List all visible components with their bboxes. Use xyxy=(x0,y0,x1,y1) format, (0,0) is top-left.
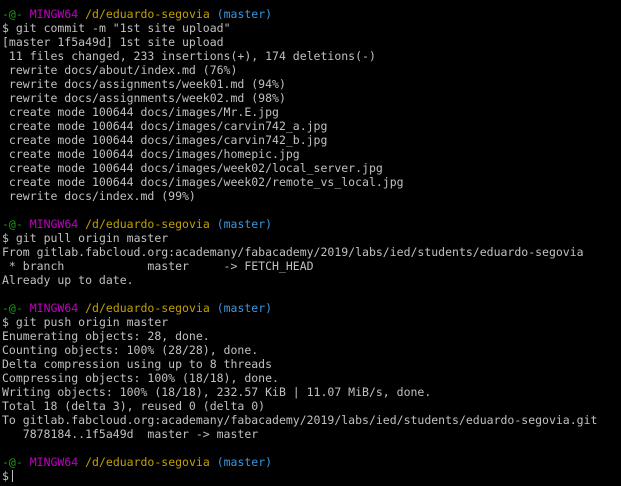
prompt-line: -@- MINGW64 /d/eduardo-segovia (master) xyxy=(2,301,621,315)
output-line: create mode 100644 docs/images/carvin742… xyxy=(2,133,328,147)
prompt-system: MINGW64 xyxy=(29,455,79,469)
output-line: create mode 100644 docs/images/Mr.E.jpg xyxy=(2,105,279,119)
input-line[interactable]: $ xyxy=(2,469,621,483)
prompt-user: -@- xyxy=(2,301,23,315)
prompt-line: -@- MINGW64 /d/eduardo-segovia (master) xyxy=(2,455,621,469)
output-line: 11 files changed, 233 insertions(+), 174… xyxy=(2,49,376,63)
output-line: create mode 100644 docs/images/week02/lo… xyxy=(2,161,383,175)
prompt-branch: (master) xyxy=(216,7,273,21)
prompt-line: -@- MINGW64 /d/eduardo-segovia (master) xyxy=(2,7,621,21)
command-text: git commit -m "1st site upload" xyxy=(15,21,231,35)
command-text: git pull origin master xyxy=(15,231,169,245)
output-line: Counting objects: 100% (28/28), done. xyxy=(2,343,259,357)
output-line: Total 18 (delta 3), reused 0 (delta 0) xyxy=(2,399,266,413)
prompt-system: MINGW64 xyxy=(29,217,79,231)
output-line: create mode 100644 docs/images/week02/re… xyxy=(2,175,404,189)
output-line: create mode 100644 docs/images/carvin742… xyxy=(2,119,328,133)
output-line: From gitlab.fabcloud.org:academany/fabac… xyxy=(2,245,584,259)
output-line: create mode 100644 docs/images/homepic.j… xyxy=(2,147,300,161)
command-line: $ git push origin master xyxy=(2,315,621,329)
prompt-symbol: $ xyxy=(2,21,9,35)
output-line: rewrite docs/assignments/week02.md (98%) xyxy=(2,91,286,105)
prompt-path: /d/eduardo-segovia xyxy=(85,7,210,21)
prompt-branch: (master) xyxy=(216,217,273,231)
output-line: [master 1f5a49d] 1st site upload xyxy=(2,35,224,49)
prompt-user: -@- xyxy=(2,7,23,21)
prompt-symbol: $ xyxy=(2,315,9,329)
output-line: rewrite docs/index.md (99%) xyxy=(2,189,196,203)
prompt-system: MINGW64 xyxy=(29,7,79,21)
prompt-user: -@- xyxy=(2,217,23,231)
output-line: rewrite docs/about/index.md (76%) xyxy=(2,63,238,77)
output-line: To gitlab.fabcloud.org:academany/fabacad… xyxy=(2,413,598,427)
output-line: Already up to date. xyxy=(2,273,134,287)
prompt-line: -@- MINGW64 /d/eduardo-segovia (master) xyxy=(2,217,621,231)
text-cursor[interactable] xyxy=(11,470,13,482)
command-line: $ git pull origin master xyxy=(2,231,621,245)
output-line: 7878184..1f5a49d master -> master xyxy=(2,427,259,441)
prompt-branch: (master) xyxy=(216,455,273,469)
output-line: Enumerating objects: 28, done. xyxy=(2,329,210,343)
prompt-branch: (master) xyxy=(216,301,273,315)
output-line: * branch master -> FETCH_HEAD xyxy=(2,259,314,273)
prompt-path: /d/eduardo-segovia xyxy=(85,455,210,469)
prompt-path: /d/eduardo-segovia xyxy=(85,217,210,231)
command-text: git push origin master xyxy=(15,315,169,329)
output-line: Writing objects: 100% (18/18), 232.57 Ki… xyxy=(2,385,432,399)
prompt-symbol: $ xyxy=(2,231,9,245)
terminal-window[interactable]: -@- MINGW64 /d/eduardo-segovia (master) … xyxy=(0,0,621,486)
prompt-path: /d/eduardo-segovia xyxy=(85,301,210,315)
prompt-system: MINGW64 xyxy=(29,301,79,315)
prompt-user: -@- xyxy=(2,455,23,469)
output-line: Compressing objects: 100% (18/18), done. xyxy=(2,371,279,385)
command-line: $ git commit -m "1st site upload" xyxy=(2,21,621,35)
prompt-symbol: $ xyxy=(2,469,9,483)
output-line: rewrite docs/assignments/week01.md (94%) xyxy=(2,77,286,91)
output-line: Delta compression using up to 8 threads xyxy=(2,357,273,371)
